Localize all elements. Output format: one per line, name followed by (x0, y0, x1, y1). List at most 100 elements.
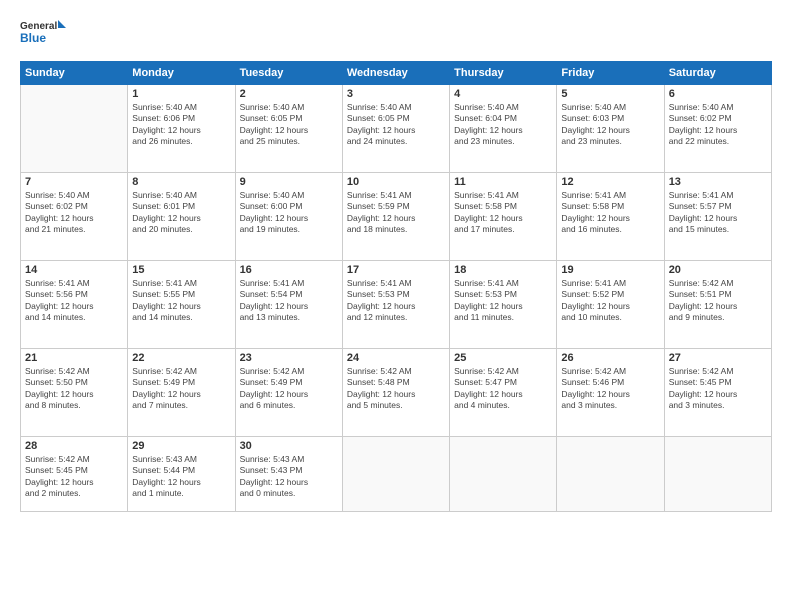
col-header-wednesday: Wednesday (342, 62, 449, 85)
day-cell: 27 Sunrise: 5:42 AMSunset: 5:45 PMDayligh… (664, 349, 771, 437)
week-row-1: 7 Sunrise: 5:40 AMSunset: 6:02 PMDaylight… (21, 173, 772, 261)
day-number: 1 (132, 88, 230, 100)
day-info: Sunrise: 5:40 AMSunset: 6:02 PMDaylight:… (669, 102, 767, 148)
day-number: 7 (25, 176, 123, 188)
day-info: Sunrise: 5:43 AMSunset: 5:43 PMDaylight:… (240, 454, 338, 500)
day-cell: 20 Sunrise: 5:42 AMSunset: 5:51 PMDayligh… (664, 261, 771, 349)
day-info: Sunrise: 5:43 AMSunset: 5:44 PMDaylight:… (132, 454, 230, 500)
day-info: Sunrise: 5:42 AMSunset: 5:47 PMDaylight:… (454, 366, 552, 412)
day-cell (664, 437, 771, 512)
day-info: Sunrise: 5:42 AMSunset: 5:46 PMDaylight:… (561, 366, 659, 412)
day-number: 11 (454, 176, 552, 188)
day-cell: 21 Sunrise: 5:42 AMSunset: 5:50 PMDayligh… (21, 349, 128, 437)
day-info: Sunrise: 5:41 AMSunset: 5:53 PMDaylight:… (347, 278, 445, 324)
day-cell: 2 Sunrise: 5:40 AMSunset: 6:05 PMDaylight… (235, 85, 342, 173)
day-number: 16 (240, 264, 338, 276)
day-info: Sunrise: 5:41 AMSunset: 5:53 PMDaylight:… (454, 278, 552, 324)
day-cell: 15Sunrise: 5:41 AMSunset: 5:55 PMDayligh… (128, 261, 235, 349)
day-number: 26 (561, 352, 659, 364)
day-cell: 3 Sunrise: 5:40 AMSunset: 6:05 PMDaylight… (342, 85, 449, 173)
day-number: 22 (132, 352, 230, 364)
logo-svg: General Blue (20, 16, 70, 51)
day-cell: 1Sunrise: 5:40 AMSunset: 6:06 PMDaylight… (128, 85, 235, 173)
day-cell: 23 Sunrise: 5:42 AMSunset: 5:49 PMDayligh… (235, 349, 342, 437)
day-cell: 29Sunrise: 5:43 AMSunset: 5:44 PMDayligh… (128, 437, 235, 512)
day-cell: 19 Sunrise: 5:41 AMSunset: 5:52 PMDayligh… (557, 261, 664, 349)
day-info: Sunrise: 5:41 AMSunset: 5:57 PMDaylight:… (669, 190, 767, 236)
day-info: Sunrise: 5:40 AMSunset: 6:05 PMDaylight:… (240, 102, 338, 148)
day-cell: 9 Sunrise: 5:40 AMSunset: 6:00 PMDaylight… (235, 173, 342, 261)
day-info: Sunrise: 5:41 AMSunset: 5:54 PMDaylight:… (240, 278, 338, 324)
col-header-friday: Friday (557, 62, 664, 85)
header: General Blue (20, 16, 772, 51)
page: General Blue SundayMondayTuesdayWednesda… (0, 0, 792, 612)
day-cell: 30 Sunrise: 5:43 AMSunset: 5:43 PMDayligh… (235, 437, 342, 512)
day-info: Sunrise: 5:41 AMSunset: 5:58 PMDaylight:… (454, 190, 552, 236)
day-cell: 4 Sunrise: 5:40 AMSunset: 6:04 PMDaylight… (450, 85, 557, 173)
day-info: Sunrise: 5:42 AMSunset: 5:48 PMDaylight:… (347, 366, 445, 412)
day-cell: 28Sunrise: 5:42 AMSunset: 5:45 PMDayligh… (21, 437, 128, 512)
day-number: 15 (132, 264, 230, 276)
day-number: 20 (669, 264, 767, 276)
col-header-saturday: Saturday (664, 62, 771, 85)
col-header-sunday: Sunday (21, 62, 128, 85)
day-cell: 16 Sunrise: 5:41 AMSunset: 5:54 PMDayligh… (235, 261, 342, 349)
day-cell: 13 Sunrise: 5:41 AMSunset: 5:57 PMDayligh… (664, 173, 771, 261)
day-info: Sunrise: 5:40 AMSunset: 6:02 PMDaylight:… (25, 190, 123, 236)
day-number: 12 (561, 176, 659, 188)
header-row: SundayMondayTuesdayWednesdayThursdayFrid… (21, 62, 772, 85)
day-cell: 14Sunrise: 5:41 AMSunset: 5:56 PMDayligh… (21, 261, 128, 349)
day-number: 25 (454, 352, 552, 364)
day-info: Sunrise: 5:40 AMSunset: 6:03 PMDaylight:… (561, 102, 659, 148)
day-cell (342, 437, 449, 512)
calendar-table: SundayMondayTuesdayWednesdayThursdayFrid… (20, 61, 772, 512)
day-cell: 22 Sunrise: 5:42 AMSunset: 5:49 PMDayligh… (128, 349, 235, 437)
day-info: Sunrise: 5:42 AMSunset: 5:50 PMDaylight:… (25, 366, 123, 412)
day-number: 30 (240, 440, 338, 452)
day-cell: 8 Sunrise: 5:40 AMSunset: 6:01 PMDaylight… (128, 173, 235, 261)
day-cell: 25 Sunrise: 5:42 AMSunset: 5:47 PMDayligh… (450, 349, 557, 437)
col-header-tuesday: Tuesday (235, 62, 342, 85)
day-info: Sunrise: 5:42 AMSunset: 5:49 PMDaylight:… (240, 366, 338, 412)
week-row-3: 21 Sunrise: 5:42 AMSunset: 5:50 PMDayligh… (21, 349, 772, 437)
day-info: Sunrise: 5:40 AMSunset: 6:01 PMDaylight:… (132, 190, 230, 236)
day-number: 23 (240, 352, 338, 364)
day-cell: 5 Sunrise: 5:40 AMSunset: 6:03 PMDaylight… (557, 85, 664, 173)
day-number: 5 (561, 88, 659, 100)
day-cell: 18 Sunrise: 5:41 AMSunset: 5:53 PMDayligh… (450, 261, 557, 349)
day-info: Sunrise: 5:42 AMSunset: 5:45 PMDaylight:… (25, 454, 123, 500)
day-info: Sunrise: 5:41 AMSunset: 5:52 PMDaylight:… (561, 278, 659, 324)
day-cell (557, 437, 664, 512)
day-cell: 24 Sunrise: 5:42 AMSunset: 5:48 PMDayligh… (342, 349, 449, 437)
day-cell: 10Sunrise: 5:41 AMSunset: 5:59 PMDayligh… (342, 173, 449, 261)
day-number: 3 (347, 88, 445, 100)
svg-text:Blue: Blue (20, 31, 46, 45)
day-number: 10 (347, 176, 445, 188)
day-number: 9 (240, 176, 338, 188)
day-number: 4 (454, 88, 552, 100)
week-row-4: 28Sunrise: 5:42 AMSunset: 5:45 PMDayligh… (21, 437, 772, 512)
col-header-monday: Monday (128, 62, 235, 85)
day-cell (450, 437, 557, 512)
day-info: Sunrise: 5:42 AMSunset: 5:51 PMDaylight:… (669, 278, 767, 324)
col-header-thursday: Thursday (450, 62, 557, 85)
day-info: Sunrise: 5:40 AMSunset: 6:04 PMDaylight:… (454, 102, 552, 148)
day-info: Sunrise: 5:40 AMSunset: 6:05 PMDaylight:… (347, 102, 445, 148)
day-number: 18 (454, 264, 552, 276)
day-info: Sunrise: 5:41 AMSunset: 5:56 PMDaylight:… (25, 278, 123, 324)
day-number: 21 (25, 352, 123, 364)
day-number: 27 (669, 352, 767, 364)
day-cell: 7 Sunrise: 5:40 AMSunset: 6:02 PMDaylight… (21, 173, 128, 261)
day-cell: 26 Sunrise: 5:42 AMSunset: 5:46 PMDayligh… (557, 349, 664, 437)
day-number: 6 (669, 88, 767, 100)
day-number: 2 (240, 88, 338, 100)
day-number: 8 (132, 176, 230, 188)
day-number: 13 (669, 176, 767, 188)
day-number: 24 (347, 352, 445, 364)
day-number: 19 (561, 264, 659, 276)
week-row-0: 1Sunrise: 5:40 AMSunset: 6:06 PMDaylight… (21, 85, 772, 173)
day-info: Sunrise: 5:40 AMSunset: 6:00 PMDaylight:… (240, 190, 338, 236)
day-cell (21, 85, 128, 173)
day-info: Sunrise: 5:42 AMSunset: 5:45 PMDaylight:… (669, 366, 767, 412)
day-info: Sunrise: 5:42 AMSunset: 5:49 PMDaylight:… (132, 366, 230, 412)
